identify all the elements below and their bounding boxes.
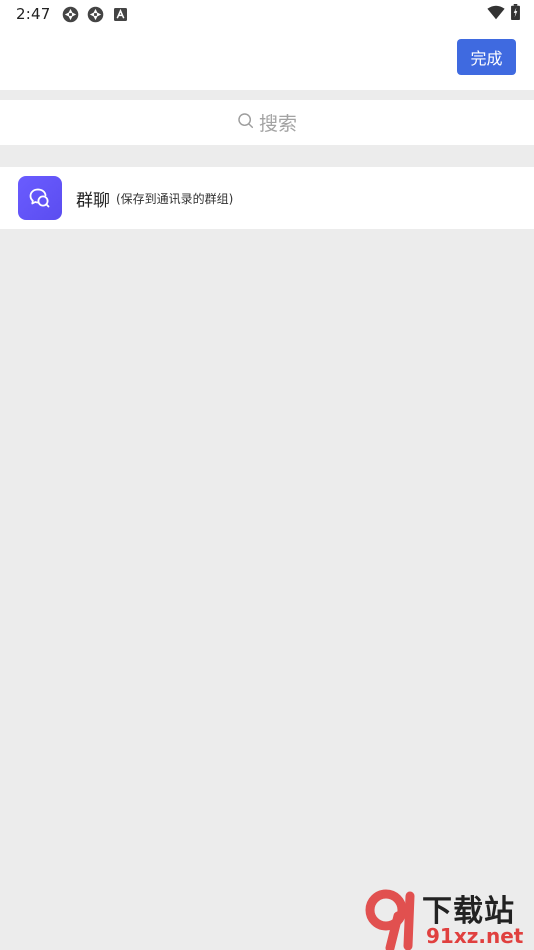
watermark-domain: 91xz.net: [426, 924, 524, 948]
aperture-icon: [62, 6, 79, 23]
search-field[interactable]: 搜索: [237, 109, 297, 136]
search-icon: [237, 112, 255, 134]
done-button[interactable]: 完成: [457, 39, 516, 75]
aperture-icon: [87, 6, 104, 23]
status-bar: 2:47: [0, 0, 534, 28]
list-item-group-chat[interactable]: 群聊 (保存到通讯录的群组): [0, 167, 534, 229]
watermark-logo: 91 下载站 91xz.net: [360, 886, 532, 950]
search-placeholder: 搜索: [258, 113, 297, 135]
screen: 2:47 完成 搜索 群聊 (保存到通讯录的群组) 下载站 91xz.net: [0, 0, 534, 950]
top-bar: 完成: [0, 28, 534, 90]
wifi-icon: [487, 5, 505, 24]
search-bar[interactable]: 搜索: [0, 100, 534, 145]
battery-charging-icon: [511, 4, 520, 24]
list-item-subtitle: (保存到通讯录的群组): [116, 191, 234, 206]
group-chat-icon: [18, 176, 62, 220]
status-right-group: [487, 4, 520, 24]
font-a-icon: [112, 6, 129, 23]
status-time: 2:47: [16, 5, 51, 23]
list-item-title: 群聊: [76, 190, 110, 211]
